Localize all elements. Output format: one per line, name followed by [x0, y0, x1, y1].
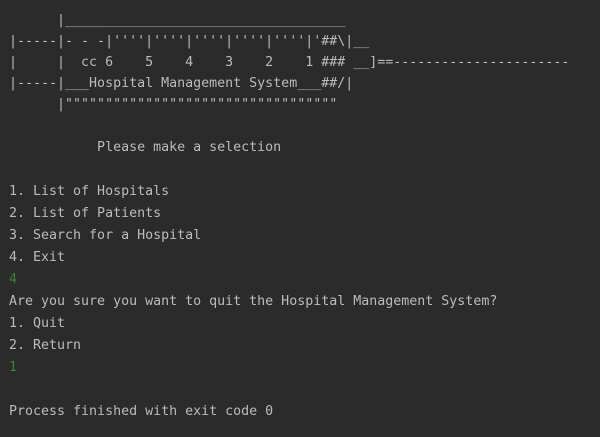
run-console-output[interactable]: |___________________________________ |--… [9, 10, 600, 437]
menu-item: 3. Search for a Hospital [9, 228, 202, 243]
confirm-question: Are you sure you want to quit the Hospit… [9, 294, 498, 309]
menu-item: 1. Quit [9, 316, 66, 331]
banner-line: | | cc 6 5 4 3 2 1 ### __]==------------… [9, 55, 570, 70]
menu-item: 2. List of Patients [9, 206, 162, 221]
process-exit-message: Process finished with exit code 0 [9, 404, 274, 419]
banner-line: |-----|- - -|''''|''''|''''|''''|''''|'#… [9, 34, 370, 49]
banner-line: |"""""""""""""""""""""""""""""""""" [9, 97, 338, 112]
menu-item: 2. Return [9, 338, 82, 353]
selection-prompt: Please make a selection [9, 140, 282, 155]
user-input-echo: 1 [9, 360, 18, 375]
menu-item: 1. List of Hospitals [9, 184, 170, 199]
menu-item: 4. Exit [9, 250, 66, 265]
banner-line: |-----|___Hospital Management System___#… [9, 76, 354, 91]
ascii-banner: |___________________________________ |--… [9, 10, 600, 115]
confirm-menu: 1. Quit 2. Return [9, 313, 600, 357]
banner-line: |___________________________________ [9, 13, 346, 28]
user-input-echo: 4 [9, 272, 18, 287]
main-menu: 1. List of Hospitals 2. List of Patients… [9, 181, 600, 269]
